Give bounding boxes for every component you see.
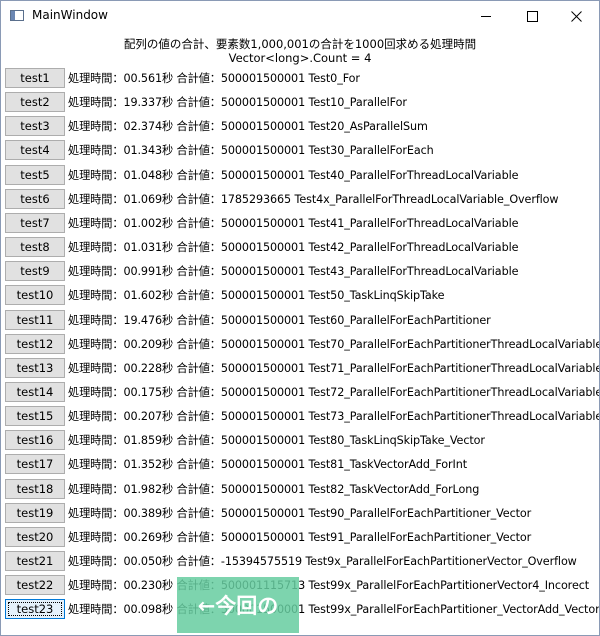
result-text: 処理時間：02.374秒 合計値：500001500001 Test20_AsP… [68,120,428,134]
test-button[interactable]: test1 [5,68,65,88]
test-button[interactable]: test17 [5,454,65,475]
test-button[interactable]: test15 [5,406,65,427]
minimize-button[interactable] [463,1,509,31]
result-text: 処理時間：00.228秒 合計値：500001500001 Test71_Par… [68,361,600,375]
main-window: MainWindow 配列の値の合計、要素数1,000,001の合計を1000回… [0,0,600,636]
test-button[interactable]: test4 [5,140,65,161]
result-text: 処理時間：00.991秒 合計値：500001500001 Test43_Par… [68,265,519,279]
result-text: 処理時間：01.343秒 合計値：500001500001 Test30_Par… [68,144,434,158]
test-button[interactable]: test6 [5,188,65,209]
test-button[interactable]: test23 [5,599,65,620]
result-text: 処理時間：00.230秒 合計値：500001115713 Test99x_Pa… [68,579,590,593]
result-text: 処理時間：00.389秒 合計値：500001500001 Test90_Par… [68,506,532,520]
result-text: 処理時間：01.602秒 合計値：500001500001 Test50_Tas… [68,289,445,303]
result-text: 処理時間：01.982秒 合計値：500001500001 Test82_Tas… [68,482,480,496]
window-icon [10,10,24,21]
maximize-icon [526,10,538,22]
test-button[interactable]: test2 [5,92,65,113]
test-button[interactable]: test12 [5,333,65,354]
test-button[interactable]: test20 [5,526,65,547]
result-text: 処理時間：00.209秒 合計値：500001500001 Test70_Par… [68,337,600,351]
client-area: 配列の値の合計、要素数1,000,001の合計を1000回求める処理時間 Vec… [1,31,599,635]
overlay-annotation: ←今回の [177,577,299,633]
test-button[interactable]: test13 [5,357,65,378]
result-text: 処理時間：01.048秒 合計値：500001500001 Test40_Par… [68,168,519,182]
result-text: 処理時間：19.337秒 合計値：500001500001 Test10_Par… [68,96,407,110]
test-button[interactable]: test3 [5,116,65,137]
result-text: 処理時間：00.098秒 合計値：500001500001 Test99x_Pa… [68,603,600,617]
window-title: MainWindow [32,8,108,22]
test-button[interactable]: test9 [5,261,65,282]
maximize-button[interactable] [509,1,555,31]
close-icon [570,10,582,22]
result-text: 処理時間：19.476秒 合計値：500001500001 Test60_Par… [68,313,491,327]
test-button[interactable]: test11 [5,309,65,330]
title-bar[interactable]: MainWindow [1,1,599,31]
result-text: 処理時間：00.207秒 合計値：500001500001 Test73_Par… [68,410,600,424]
result-text: 処理時間：01.002秒 合計値：500001500001 Test41_Par… [68,216,519,230]
test-button[interactable]: test21 [5,551,65,571]
test-button[interactable]: test19 [5,502,65,523]
header-description: 配列の値の合計、要素数1,000,001の合計を1000回求める処理時間 [123,37,477,51]
test-button[interactable]: test8 [5,237,65,257]
result-text: 処理時間：01.031秒 合計値：500001500001 Test42_Par… [68,241,519,254]
result-text: 処理時間：00.561秒 合計値：500001500001 Test0_For [68,72,360,85]
test-button[interactable]: test14 [5,381,65,402]
result-text: 処理時間：01.352秒 合計値：500001500001 Test81_Tas… [68,458,468,472]
minimize-icon [481,15,491,17]
test-button[interactable]: test5 [5,164,65,185]
result-text: 処理時間：01.859秒 合計値：500001500001 Test80_Tas… [68,434,485,448]
test-button[interactable]: test22 [5,575,65,596]
test-button[interactable]: test18 [5,478,65,499]
vector-count-label: Vector<long>.Count = 4 [228,51,372,65]
test-button[interactable]: test7 [5,212,65,233]
close-button[interactable] [553,1,599,31]
result-text: 処理時間：00.175秒 合計値：500001500001 Test72_Par… [68,385,600,399]
result-text: 処理時間：00.050秒 合計値：-15394575519 Test9x_Par… [68,555,577,568]
test-button[interactable]: test16 [5,430,65,451]
result-text: 処理時間：01.069秒 合計値：1785293665 Test4x_Paral… [68,192,559,206]
result-text: 処理時間：00.269秒 合計値：500001500001 Test91_Par… [68,530,532,544]
test-button[interactable]: test10 [5,285,65,306]
